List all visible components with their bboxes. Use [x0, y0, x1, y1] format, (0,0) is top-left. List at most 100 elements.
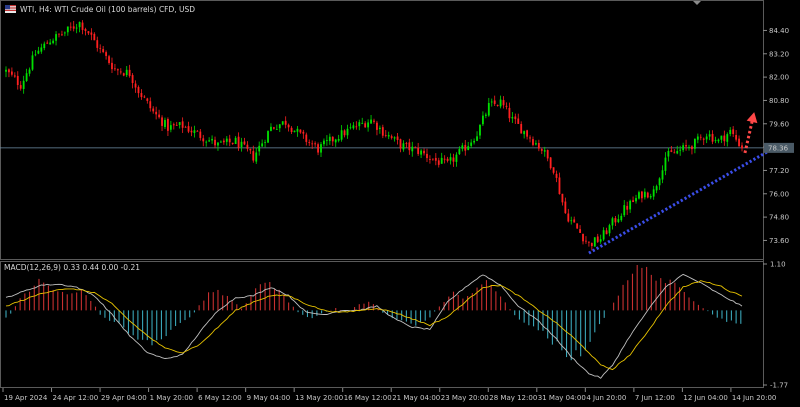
forecast-arrow-head [746, 112, 758, 124]
candle-body [237, 136, 240, 148]
candle-body [414, 147, 417, 148]
candle-body [546, 150, 549, 159]
candle-body [108, 56, 110, 63]
macd-axis: 1.10 -1.77 [763, 261, 788, 390]
candle-body [714, 140, 717, 142]
candle-body [590, 243, 593, 247]
candle-body [178, 122, 181, 125]
candle-body [614, 218, 617, 223]
candle-body [13, 75, 16, 77]
time-tick-label: 24 Apr 12:00 [53, 394, 99, 402]
candle-body [140, 93, 143, 98]
candle-body [431, 158, 434, 160]
candle-body [222, 140, 225, 143]
candle-body [240, 141, 243, 148]
time-tick-label: 4 Jun 20:00 [586, 394, 626, 402]
candle-body [423, 150, 425, 154]
candle-body [334, 139, 337, 143]
candle-body [440, 157, 443, 164]
candle-body [402, 143, 405, 150]
us-flag-icon [5, 5, 16, 13]
candle-body [711, 133, 714, 142]
candle-body [90, 32, 93, 35]
candle-body [43, 43, 46, 49]
candle-body [270, 126, 272, 131]
time-tick-label: 23 May 20:00 [441, 394, 489, 402]
candle-body [125, 69, 128, 76]
candle-body [652, 189, 655, 197]
candle-body [649, 196, 652, 198]
candle-body [723, 135, 726, 142]
candle-body [199, 131, 202, 138]
time-tick-label: 9 May 04:00 [247, 394, 291, 402]
candle-body [119, 71, 122, 73]
candle-body [267, 131, 269, 143]
candle-body [187, 126, 190, 132]
price-candles [5, 20, 743, 251]
candle-body [346, 128, 349, 136]
candle-body [443, 158, 446, 160]
candle-body [246, 144, 249, 149]
candle-body [708, 134, 711, 137]
trading-chart-window[interactable]: WTI, H4: WTI Crude Oil (100 barrels) CFD… [0, 0, 800, 407]
candle-body [84, 29, 87, 31]
time-tick-label: 13 May 20:00 [295, 394, 343, 402]
candle-body [31, 55, 34, 70]
price-tick-label: 74.80 [769, 214, 789, 222]
candle-body [735, 135, 738, 140]
candle-body [699, 136, 702, 138]
candle-body [272, 127, 275, 129]
time-tick-label: 1 May 20:00 [150, 394, 194, 402]
candle-body [729, 129, 732, 135]
candle-body [632, 200, 634, 203]
candle-body [473, 140, 476, 143]
macd-line [5, 273, 743, 379]
candle-body [399, 139, 402, 149]
candle-body [72, 26, 75, 29]
candle-body [281, 121, 284, 125]
candle-body [487, 102, 490, 116]
candle-body [293, 130, 296, 133]
chart-canvas[interactable]: WTI, H4: WTI Crude Oil (100 barrels) CFD… [0, 0, 800, 407]
candle-body [181, 121, 184, 128]
candle-body [685, 145, 687, 147]
candle-body [249, 148, 252, 151]
candle-body [146, 98, 149, 101]
candle-body [564, 201, 567, 214]
time-tick-label: 28 May 12:00 [489, 394, 537, 402]
candle-body [561, 193, 564, 203]
candle-body [343, 130, 346, 136]
candle-body [446, 158, 449, 161]
candle-body [732, 129, 735, 135]
candle-body [358, 122, 361, 127]
candle-body [658, 178, 661, 186]
candle-body [543, 150, 546, 152]
candle-body [529, 137, 531, 139]
candle-body [5, 69, 7, 72]
candle-body [134, 83, 137, 88]
candle-body [275, 129, 278, 130]
candle-body [175, 124, 178, 126]
candle-body [688, 147, 690, 148]
candle-body [323, 140, 325, 145]
candle-body [184, 126, 187, 128]
candle-body [552, 167, 555, 173]
candle-body [505, 105, 508, 107]
candle-body [128, 69, 131, 76]
candle-body [78, 21, 81, 28]
candle-body [626, 205, 629, 210]
candle-body [367, 122, 370, 128]
chart-shift-marker-icon[interactable] [693, 1, 701, 5]
candle-body [314, 143, 317, 145]
candle-body [278, 124, 281, 129]
candle-body [16, 75, 19, 85]
candle-body [741, 145, 743, 149]
candle-body [66, 26, 69, 33]
current-price-label: 78.36 [768, 144, 789, 152]
candle-body [405, 143, 408, 144]
time-tick-label: 14 Jun 20:00 [732, 394, 776, 402]
candle-body [635, 198, 637, 202]
candle-body [37, 50, 40, 54]
time-tick-label: 6 May 12:00 [198, 394, 242, 402]
candle-body [679, 149, 682, 151]
